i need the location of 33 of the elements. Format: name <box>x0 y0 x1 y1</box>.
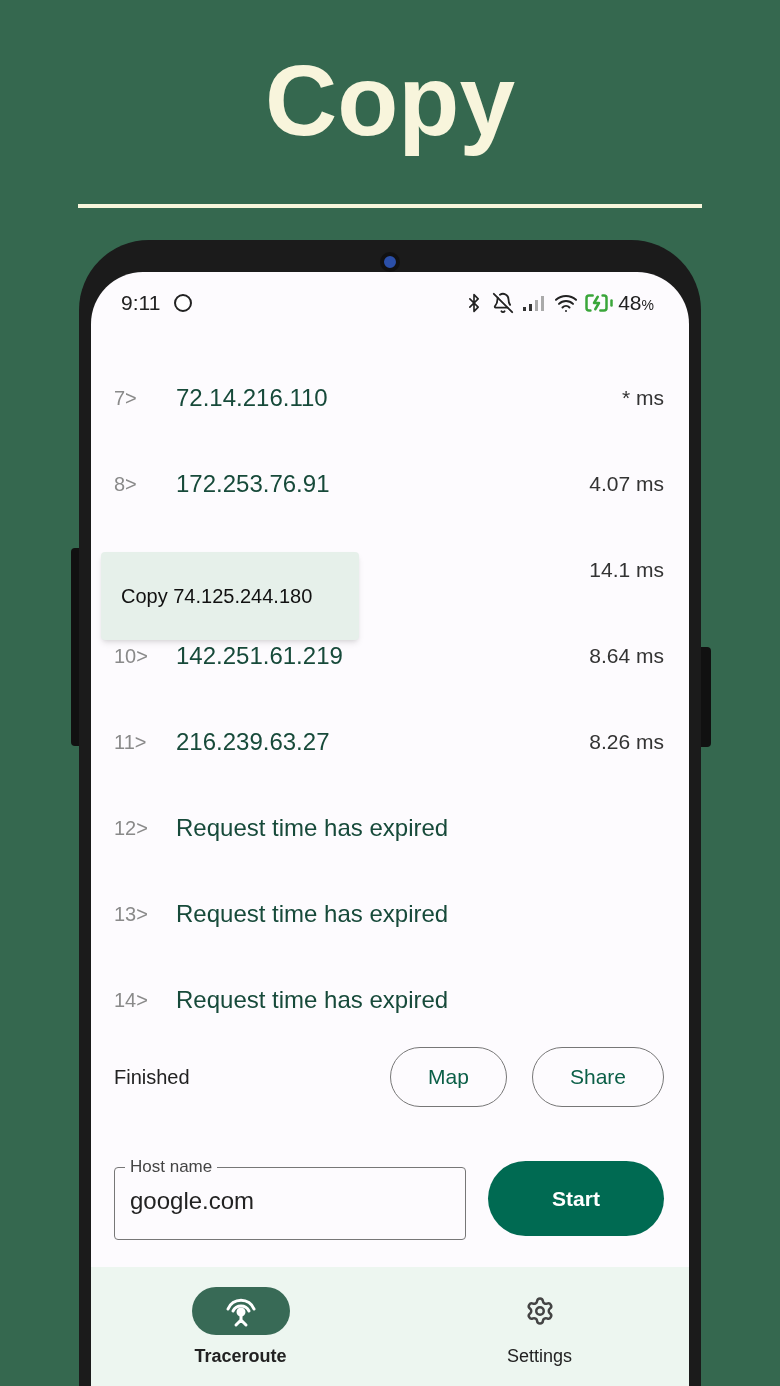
battery-level: 48% <box>618 290 654 317</box>
hop-time: 8.64 ms <box>589 643 664 670</box>
nav-tab[interactable]: Settings <box>390 1287 689 1386</box>
hop-number: 10> <box>114 645 148 667</box>
hop-address[interactable]: Request time has expired <box>176 986 449 1014</box>
clock: 9:11 <box>121 290 161 317</box>
hop-time: 8.26 ms <box>589 729 664 756</box>
hop-address[interactable]: 142.251.61.219 <box>176 642 343 670</box>
hop-number: 8> <box>114 473 137 495</box>
hop-number: 13> <box>114 903 148 925</box>
headline: Copy <box>265 43 515 158</box>
hop-address[interactable]: Request time has expired <box>176 814 449 842</box>
hop-number: 7> <box>114 387 137 409</box>
start-button[interactable]: Start <box>488 1161 664 1236</box>
hop-number: 14> <box>114 989 148 1011</box>
notification-icon <box>174 294 193 312</box>
host-name-field[interactable]: Host name google.com <box>114 1157 466 1240</box>
context-menu[interactable]: Copy 74.125.244.180 <box>101 552 359 640</box>
field-label: Host name <box>129 1157 214 1177</box>
nav-tab[interactable]: Traceroute <box>91 1287 390 1386</box>
hop-time: * ms <box>622 385 664 412</box>
status-text: Finished <box>114 1065 190 1090</box>
hop-time: 14.1 ms <box>589 557 664 584</box>
muted-bell-icon <box>492 292 515 314</box>
hop-number: 11> <box>114 731 147 753</box>
hop-address[interactable]: 172.253.76.91 <box>176 470 330 498</box>
hop-address[interactable]: 216.239.63.27 <box>176 728 330 756</box>
hop-address[interactable]: Request time has expired <box>176 900 449 928</box>
hop-number: 12> <box>114 817 148 839</box>
hop-time: 4.07 ms <box>589 471 664 498</box>
hop-address[interactable]: 72.14.216.110 <box>176 384 328 412</box>
settings-icon <box>524 1296 555 1326</box>
camera-icon <box>380 252 400 272</box>
